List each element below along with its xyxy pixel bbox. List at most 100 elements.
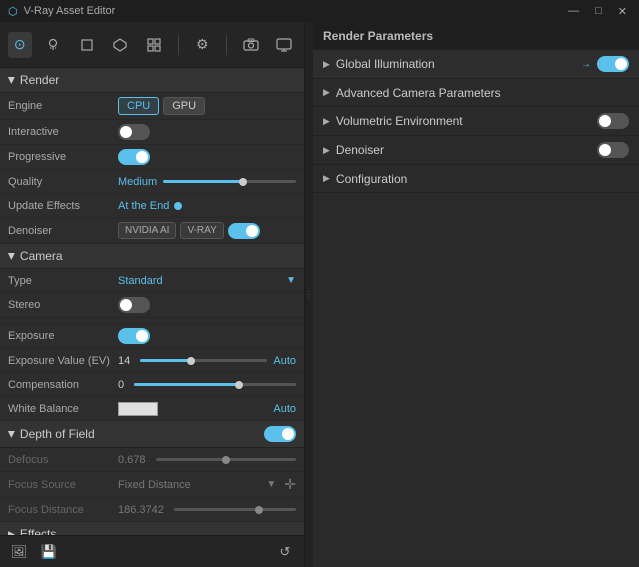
denoiser-right-label: Denoiser — [336, 143, 597, 157]
white-balance-controls: Auto — [118, 402, 296, 416]
effects-section-header[interactable]: ▶ Effects — [0, 522, 304, 535]
config-arrow-icon: ▶ — [323, 173, 330, 184]
gi-arrow-icon: ▶ — [323, 59, 330, 70]
camera-type-text: Standard — [118, 275, 163, 287]
defocus-value-text: 0.678 — [118, 454, 146, 466]
left-scroll-area[interactable]: ▶ Render Engine CPU GPU Interactive — [0, 68, 304, 535]
dof-section-label: Depth of Field — [20, 427, 95, 441]
progressive-toggle[interactable] — [118, 149, 150, 165]
compensation-controls: 0 — [118, 379, 296, 391]
settings-tab-icon[interactable]: ⚙ — [191, 32, 215, 58]
exposure-label: Exposure — [8, 330, 118, 342]
exposure-toggle[interactable] — [118, 328, 150, 344]
denoiser-toggle[interactable] — [228, 223, 260, 239]
effects-section-label: Effects — [20, 527, 56, 535]
white-balance-label: White Balance — [8, 403, 118, 415]
camera-type-value: Standard ▼ — [118, 275, 296, 287]
dof-section-header[interactable]: ▶ Depth of Field — [0, 421, 304, 448]
exposure-slider[interactable] — [140, 359, 267, 362]
nvidia-ai-button[interactable]: NVIDIA AI — [118, 222, 176, 239]
render-section-label: Render — [20, 73, 59, 87]
dof-toggle[interactable] — [264, 426, 296, 442]
minimize-button[interactable]: — — [564, 5, 583, 18]
global-illumination-header[interactable]: ▶ Global Illumination → — [313, 50, 639, 79]
camera-type-row: Type Standard ▼ — [0, 269, 304, 293]
compensation-label: Compensation — [8, 379, 118, 391]
denoiser-right-header[interactable]: ▶ Denoiser — [313, 136, 639, 165]
compensation-slider[interactable] — [134, 383, 296, 386]
focus-source-label: Focus Source — [8, 479, 118, 491]
focus-source-add-icon[interactable]: ✛ — [284, 476, 296, 493]
adv-cam-label: Advanced Camera Parameters — [336, 86, 501, 100]
denoiser-right-toggle[interactable] — [597, 142, 629, 158]
quality-value: Medium — [118, 176, 296, 188]
configuration-header[interactable]: ▶ Configuration — [313, 165, 639, 193]
maximize-button[interactable]: □ — [591, 5, 606, 18]
camera-type-dropdown-icon[interactable]: ▼ — [286, 275, 296, 286]
update-effects-label: Update Effects — [8, 200, 118, 212]
reset-icon[interactable]: ↺ — [274, 541, 296, 563]
exposure-value-controls: 14 Auto — [118, 355, 296, 367]
camera-section-header[interactable]: ▶ Camera — [0, 244, 304, 269]
focus-source-dropdown-icon[interactable]: ▼ — [266, 479, 276, 490]
stereo-toggle[interactable] — [118, 297, 150, 313]
material-tab-icon[interactable] — [109, 32, 133, 58]
quality-slider[interactable] — [163, 180, 296, 183]
quality-text: Medium — [118, 176, 157, 188]
vol-toggle[interactable] — [597, 113, 629, 129]
exposure-value — [118, 328, 296, 344]
update-effects-row: Update Effects At the End — [0, 194, 304, 218]
gi-toggle[interactable] — [597, 56, 629, 72]
camera-tab-icon[interactable] — [239, 32, 263, 58]
focus-distance-value-text: 186.3742 — [118, 504, 164, 516]
texture-tab-icon[interactable] — [142, 32, 166, 58]
progressive-value — [118, 149, 296, 165]
advanced-camera-header[interactable]: ▶ Advanced Camera Parameters — [313, 79, 639, 107]
focus-source-row: Focus Source Fixed Distance ▼ ✛ — [0, 472, 304, 498]
volumetric-header[interactable]: ▶ Volumetric Environment — [313, 107, 639, 136]
save-icon[interactable]: 💾 — [38, 541, 60, 563]
vol-row: Volumetric Environment — [336, 113, 629, 129]
interactive-toggle[interactable] — [118, 124, 150, 140]
render-tab-icon[interactable]: ⊙ — [8, 32, 32, 58]
compensation-row: Compensation 0 — [0, 373, 304, 397]
light-tab-icon[interactable] — [42, 32, 66, 58]
title-bar-title: V-Ray Asset Editor — [24, 5, 565, 17]
preview-icon[interactable]: 🖼 — [8, 541, 30, 563]
panel-divider[interactable]: ⋮ — [305, 22, 313, 567]
render-parameters-header: Render Parameters — [313, 22, 639, 50]
adv-cam-arrow-icon: ▶ — [323, 87, 330, 98]
vol-label: Volumetric Environment — [336, 114, 597, 128]
focus-source-text: Fixed Distance — [118, 479, 191, 491]
vray-button[interactable]: V-RAY — [180, 222, 223, 239]
render-parameters-label: Render Parameters — [323, 29, 433, 43]
update-effects-value: At the End — [118, 200, 296, 212]
engine-label: Engine — [8, 100, 118, 112]
white-balance-color[interactable] — [118, 402, 158, 416]
update-effects-text: At the End — [118, 200, 169, 212]
cpu-button[interactable]: CPU — [118, 97, 159, 115]
toolbar-separator — [178, 35, 179, 55]
toolbar-separator2 — [226, 35, 227, 55]
defocus-slider[interactable] — [156, 458, 296, 461]
exposure-value-label: Exposure Value (EV) — [8, 355, 118, 367]
focus-distance-label: Focus Distance — [8, 504, 118, 516]
denoiser-right-row: Denoiser — [336, 142, 629, 158]
denoiser-controls: NVIDIA AI V-RAY — [118, 222, 296, 239]
gi-row: Global Illumination → — [336, 56, 629, 72]
render-section-header[interactable]: ▶ Render — [0, 68, 304, 93]
camera-type-label: Type — [8, 275, 118, 287]
exposure-auto-button[interactable]: Auto — [273, 355, 296, 367]
title-bar: ⬡ V-Ray Asset Editor — □ ✕ — [0, 0, 639, 22]
gpu-button[interactable]: GPU — [163, 97, 205, 115]
close-button[interactable]: ✕ — [614, 5, 631, 18]
stereo-label: Stereo — [8, 299, 118, 311]
display-tab-icon[interactable] — [273, 32, 297, 58]
focus-source-controls: Fixed Distance ▼ ✛ — [118, 476, 296, 493]
right-panel: Render Parameters ▶ Global Illumination … — [313, 22, 639, 567]
defocus-label: Defocus — [8, 454, 118, 466]
white-balance-auto-button[interactable]: Auto — [273, 403, 296, 415]
focus-distance-slider[interactable] — [174, 508, 296, 511]
engine-buttons: CPU GPU — [118, 97, 205, 115]
geometry-tab-icon[interactable] — [75, 32, 99, 58]
